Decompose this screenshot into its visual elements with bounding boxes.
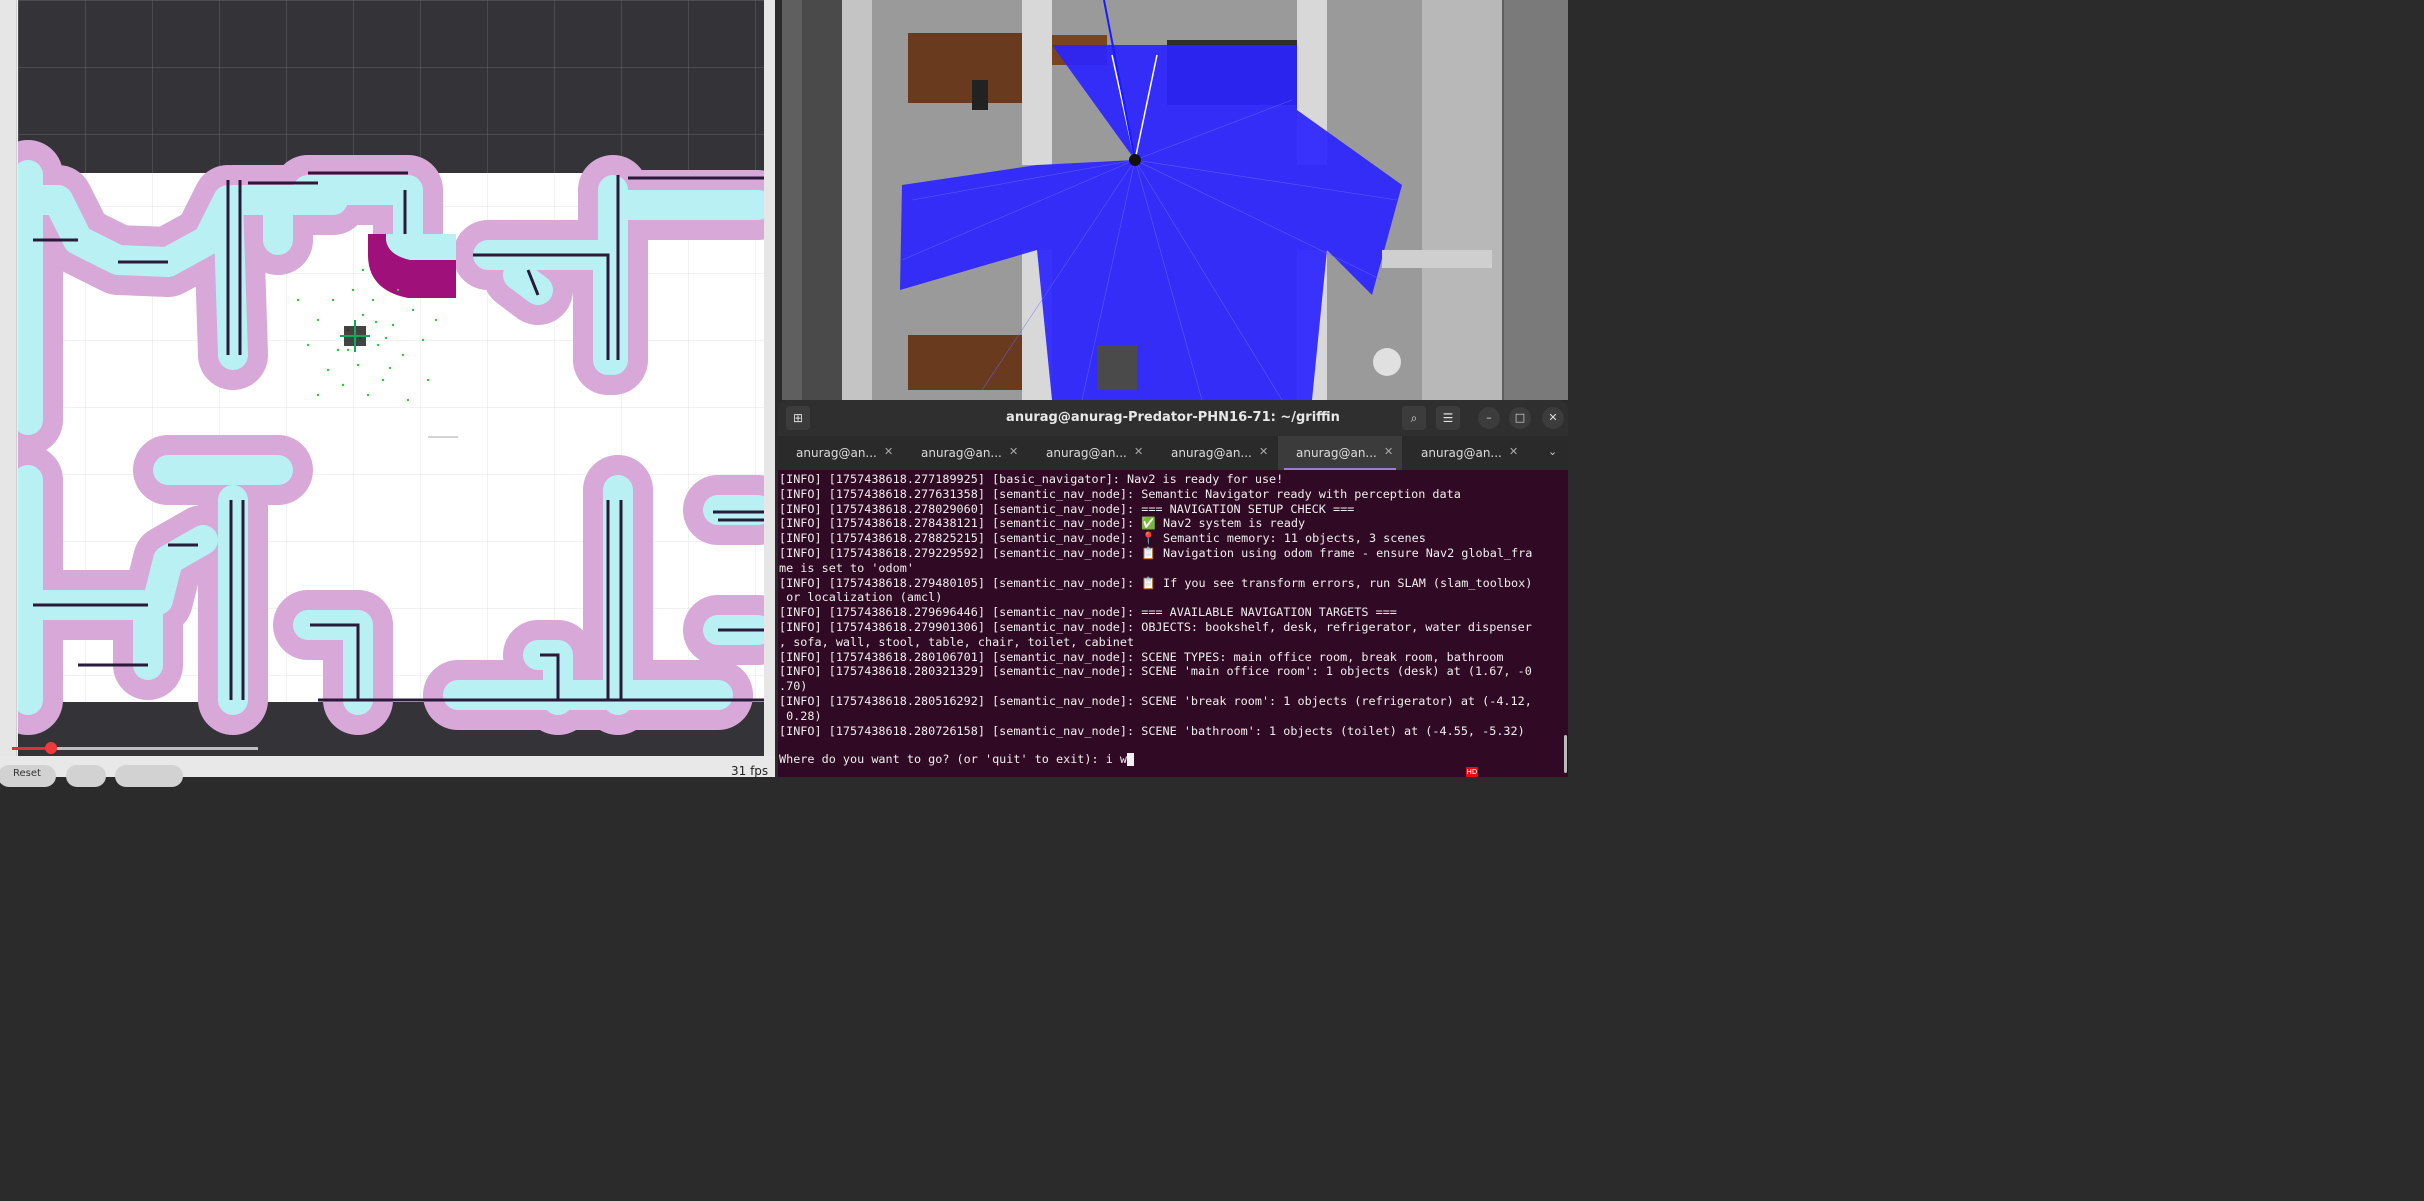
log-line: [INFO] [1757438618.278438121] [semantic_… bbox=[779, 516, 1306, 531]
close-icon[interactable]: ✕ bbox=[1542, 407, 1564, 429]
log-line: [INFO] [1757438618.280321329] [semantic_… bbox=[779, 664, 1532, 679]
log-line: [INFO] [1757438618.279229592] [semantic_… bbox=[779, 545, 1533, 560]
tab-label: anurag@an... bbox=[1421, 446, 1502, 460]
log-line: [INFO] [1757438618.279901306] [semantic_… bbox=[779, 619, 1532, 634]
log-line: 0.28) bbox=[779, 708, 822, 723]
log-line: [INFO] [1757438618.278825215] [semantic_… bbox=[779, 531, 1426, 546]
tab-label: anurag@an... bbox=[1171, 446, 1252, 460]
log-line: [INFO] [1757438618.280516292] [semantic_… bbox=[779, 693, 1532, 708]
time-slider[interactable] bbox=[12, 742, 258, 754]
toilet bbox=[1373, 348, 1401, 376]
tab-close-icon[interactable]: ✕ bbox=[1134, 445, 1143, 458]
log-output: [INFO] [1757438618.277189925] [basic_nav… bbox=[779, 472, 1565, 738]
tab-close-icon[interactable]: ✕ bbox=[1259, 445, 1268, 458]
terminal-tab[interactable]: anurag@an... ✕ bbox=[778, 436, 902, 470]
desk bbox=[908, 33, 1033, 103]
tab-label: anurag@an... bbox=[1296, 446, 1377, 460]
tab-close-icon[interactable]: ✕ bbox=[1509, 445, 1518, 458]
reset-button[interactable]: Reset bbox=[0, 765, 56, 787]
rviz-left-splitter[interactable] bbox=[0, 0, 17, 777]
menu-icon[interactable]: ☰ bbox=[1436, 406, 1460, 430]
tab-close-icon[interactable]: ✕ bbox=[884, 445, 893, 458]
terminal-output[interactable]: [INFO] [1757438618.277189925] [basic_nav… bbox=[779, 472, 1565, 777]
prompt-text: Where do you want to go? (or 'quit' to e… bbox=[779, 752, 1128, 766]
time-slider-handle[interactable] bbox=[45, 742, 57, 754]
input-prompt[interactable]: Where do you want to go? (or 'quit' to e… bbox=[779, 752, 1135, 767]
gazebo-sim-view[interactable] bbox=[782, 0, 1568, 400]
terminal-titlebar[interactable]: ⊞ anurag@anurag-Predator-PHN16-71: ~/gri… bbox=[778, 400, 1568, 436]
desk bbox=[908, 335, 1028, 390]
terminal-tab-bar: anurag@an... ✕ anurag@an... ✕ anurag@an.… bbox=[778, 436, 1568, 470]
terminal-window[interactable]: ⊞ anurag@anurag-Predator-PHN16-71: ~/gri… bbox=[778, 400, 1568, 777]
rviz-panel: Reset 31 fps bbox=[0, 0, 775, 787]
log-line: [INFO] [1757438618.279480105] [semantic_… bbox=[779, 575, 1533, 590]
log-line: me is set to 'odom' bbox=[779, 560, 914, 575]
terminal-tab-active[interactable]: anurag@an... ✕ bbox=[1278, 436, 1402, 470]
log-line: [INFO] [1757438618.280726158] [semantic_… bbox=[779, 723, 1525, 738]
terminal-tab[interactable]: anurag@an... ✕ bbox=[1153, 436, 1277, 470]
log-line: [INFO] [1757438618.280106701] [semantic_… bbox=[779, 649, 1504, 664]
tab-label: anurag@an... bbox=[1046, 446, 1127, 460]
terminal-tab[interactable]: anurag@an... ✕ bbox=[1403, 436, 1527, 470]
minimize-icon[interactable]: – bbox=[1478, 407, 1500, 429]
robot-model bbox=[1129, 154, 1141, 166]
log-line: , sofa, wall, stool, table, chair, toile… bbox=[779, 634, 1135, 649]
toolbar-button[interactable] bbox=[66, 765, 106, 787]
toolbar-button[interactable] bbox=[115, 765, 183, 787]
log-line: .70) bbox=[779, 679, 808, 694]
tab-close-icon[interactable]: ✕ bbox=[1009, 445, 1018, 458]
fps-label: 31 fps bbox=[731, 764, 769, 778]
log-line: or localization (amcl) bbox=[779, 590, 943, 605]
terminal-tab[interactable]: anurag@an... ✕ bbox=[903, 436, 1027, 470]
chevron-down-icon[interactable]: ⌄ bbox=[1548, 445, 1557, 458]
log-line: [INFO] [1757438618.277189925] [basic_nav… bbox=[779, 472, 1284, 486]
costmap-view[interactable] bbox=[18, 0, 764, 756]
maximize-icon[interactable]: □ bbox=[1509, 407, 1531, 429]
rviz-right-splitter[interactable] bbox=[764, 0, 775, 777]
log-line: [INFO] [1757438618.279696446] [semantic_… bbox=[779, 605, 1397, 620]
terminal-tab[interactable]: anurag@an... ✕ bbox=[1028, 436, 1152, 470]
tab-label: anurag@an... bbox=[796, 446, 877, 460]
text-cursor bbox=[1127, 753, 1135, 766]
tab-label: anurag@an... bbox=[921, 446, 1002, 460]
cabinet bbox=[1097, 345, 1137, 390]
terminal-scrollbar[interactable] bbox=[1564, 735, 1567, 773]
tab-close-icon[interactable]: ✕ bbox=[1384, 445, 1393, 458]
hd-badge: HD bbox=[1466, 767, 1478, 777]
log-line: [INFO] [1757438618.278029060] [semantic_… bbox=[779, 501, 1355, 516]
log-line: [INFO] [1757438618.277631358] [semantic_… bbox=[779, 486, 1461, 501]
search-icon[interactable]: ⌕ bbox=[1402, 406, 1426, 430]
